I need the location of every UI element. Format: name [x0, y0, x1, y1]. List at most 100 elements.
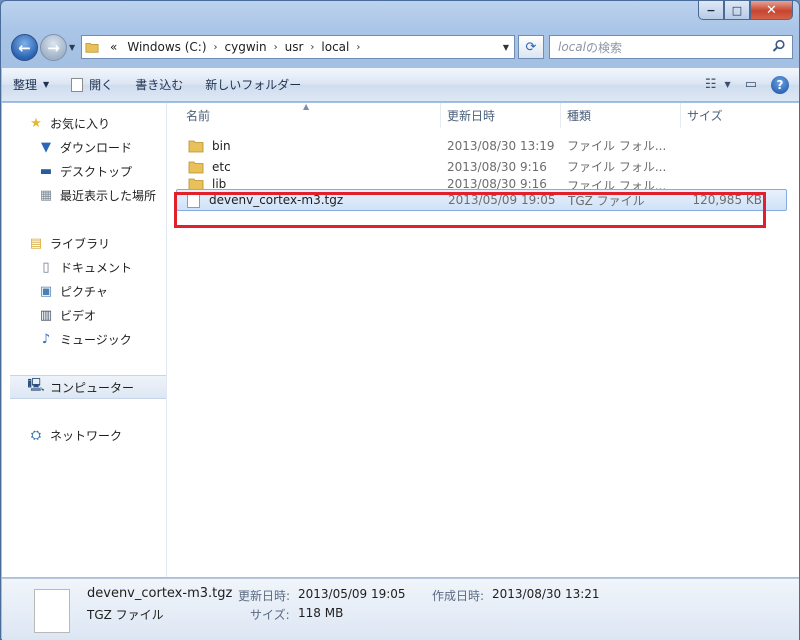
- column-label: サイズ: [687, 109, 723, 123]
- document-icon: [71, 77, 84, 92]
- open-button[interactable]: 開く: [60, 68, 124, 101]
- libraries-group: ▤ ライブラリ ▯ ドキュメント ▣ ピクチャ ▥ ビデオ ♪ ミュージック: [2, 231, 166, 351]
- back-arrow-icon: ←: [18, 38, 31, 57]
- column-date[interactable]: 更新日時: [441, 103, 561, 128]
- explorer-window: − □ ✕ ← → ▼ « Windows (C:) › cygwin › us…: [0, 0, 800, 640]
- network-icon: ⛭: [30, 427, 42, 443]
- file-type: TGZ ファイル: [568, 193, 645, 208]
- search-placeholder-text: の検索: [585, 40, 622, 55]
- column-header: 名前 ▲ 更新日時 種類 サイズ: [168, 102, 799, 128]
- navigation-buttons: ← → ▼: [11, 34, 75, 61]
- minimize-icon: −: [706, 3, 716, 17]
- file-date: 2013/08/30 9:16: [447, 159, 547, 174]
- sidebar-item-libraries[interactable]: ▤ ライブラリ: [2, 231, 166, 255]
- folder-icon: [85, 43, 99, 53]
- address-dropdown-icon[interactable]: ▼: [498, 36, 514, 58]
- burn-button[interactable]: 書き込む: [124, 68, 194, 101]
- breadcrumb-usr[interactable]: usr: [280, 36, 309, 58]
- file-type: ファイル フォル...: [567, 160, 667, 174]
- chevron-down-icon: ▼: [43, 80, 50, 89]
- chevron-right-icon[interactable]: ›: [212, 42, 220, 53]
- refresh-button[interactable]: ⟳: [518, 35, 544, 59]
- computer-icon: 🖳: [27, 378, 45, 393]
- sidebar-item-label: 最近表示した場所: [60, 188, 157, 203]
- help-icon: ?: [776, 77, 784, 92]
- folder-icon: [188, 178, 204, 189]
- breadcrumb-cygwin[interactable]: cygwin: [220, 36, 272, 58]
- file-type: ファイル フォル...: [567, 179, 667, 189]
- organize-label: 整理: [13, 78, 38, 92]
- details-size-value: 118 MB: [298, 606, 344, 620]
- preview-pane-button[interactable]: ▭: [745, 77, 757, 92]
- file-name: lib: [212, 177, 227, 189]
- details-modified-value: 2013/05/09 19:05: [298, 587, 406, 601]
- breadcrumb-local[interactable]: local: [316, 36, 354, 58]
- sidebar-item-desktop[interactable]: ▬ デスクトップ: [2, 159, 166, 183]
- search-icon[interactable]: [772, 39, 786, 53]
- organize-button[interactable]: 整理 ▼: [2, 68, 60, 101]
- sidebar-item-documents[interactable]: ▯ ドキュメント: [2, 255, 166, 279]
- sidebar-item-label: ビデオ: [60, 308, 97, 323]
- recent-pages-dropdown-icon[interactable]: ▼: [69, 43, 75, 52]
- sidebar-item-videos[interactable]: ▥ ビデオ: [2, 303, 166, 327]
- file-name: devenv_cortex-m3.tgz: [209, 193, 344, 207]
- chevron-right-icon[interactable]: ›: [308, 42, 316, 53]
- sidebar-item-computer[interactable]: 🖳 コンピューター: [10, 375, 166, 399]
- change-view-button[interactable]: ☷ ▼: [705, 77, 731, 92]
- music-icon: ♪: [41, 331, 51, 347]
- file-rows: bin 2013/08/30 13:19 ファイル フォル... etc 201…: [168, 135, 799, 211]
- file-row[interactable]: etc 2013/08/30 9:16 ファイル フォル...: [168, 156, 799, 177]
- sidebar-item-recent-places[interactable]: ▦ 最近表示した場所: [2, 183, 166, 207]
- sidebar-item-label: お気に入り: [50, 116, 111, 131]
- sidebar-item-downloads[interactable]: ▼ ダウンロード: [2, 135, 166, 159]
- chevron-right-icon[interactable]: ›: [354, 42, 362, 53]
- sidebar-item-label: ミュージック: [60, 332, 132, 347]
- chevron-right-icon[interactable]: ›: [272, 42, 280, 53]
- search-input[interactable]: local の検索: [549, 35, 793, 59]
- sidebar-item-favorites[interactable]: ★ お気に入り: [2, 111, 166, 135]
- sidebar-item-network[interactable]: ⛭ ネットワーク: [2, 423, 166, 447]
- details-pane: devenv_cortex-m3.tgz TGZ ファイル 更新日時: 2013…: [2, 578, 799, 640]
- file-row[interactable]: bin 2013/08/30 13:19 ファイル フォル...: [168, 135, 799, 156]
- address-bar[interactable]: « Windows (C:) › cygwin › usr › local › …: [81, 35, 515, 59]
- file-row[interactable]: lib 2013/08/30 9:16 ファイル フォル...: [168, 177, 799, 189]
- search-placeholder-scope: local: [558, 40, 586, 54]
- videos-icon: ▥: [39, 307, 53, 323]
- maximize-icon: □: [731, 3, 743, 17]
- close-icon: ✕: [766, 2, 777, 18]
- column-name[interactable]: 名前 ▲: [168, 102, 441, 128]
- breadcrumb-overflow[interactable]: «: [105, 36, 122, 58]
- details-view-icon: ☷: [704, 77, 717, 92]
- maximize-button[interactable]: □: [724, 1, 750, 20]
- file-date: 2013/05/09 19:05: [448, 193, 556, 207]
- new-folder-button[interactable]: 新しいフォルダー: [194, 68, 312, 101]
- new-folder-label: 新しいフォルダー: [205, 78, 302, 92]
- pictures-icon: ▣: [39, 283, 53, 299]
- column-size[interactable]: サイズ: [681, 103, 771, 128]
- breadcrumb: « Windows (C:) › cygwin › usr › local ›: [105, 36, 362, 58]
- computer-group: 🖳 コンピューター: [2, 375, 166, 399]
- main-content: ★ お気に入り ▼ ダウンロード ▬ デスクトップ ▦ 最近表示した場所 ▤ ラ…: [2, 102, 799, 577]
- sidebar-item-pictures[interactable]: ▣ ピクチャ: [2, 279, 166, 303]
- file-date: 2013/08/30 9:16: [447, 177, 547, 189]
- close-button[interactable]: ✕: [750, 1, 793, 20]
- file-icon: [187, 192, 200, 208]
- help-button[interactable]: ?: [771, 75, 789, 94]
- breadcrumb-drive[interactable]: Windows (C:): [122, 36, 211, 58]
- caption-buttons: − □ ✕: [698, 1, 793, 20]
- file-size: 120,985 KB: [692, 193, 762, 207]
- refresh-icon: ⟳: [525, 39, 537, 55]
- folder-icon: [188, 161, 204, 173]
- downloads-icon: ▼: [41, 139, 51, 155]
- favorites-group: ★ お気に入り ▼ ダウンロード ▬ デスクトップ ▦ 最近表示した場所: [2, 111, 166, 207]
- forward-button[interactable]: →: [40, 34, 67, 61]
- preview-pane-icon: ▭: [744, 77, 757, 92]
- column-type[interactable]: 種類: [561, 103, 681, 128]
- file-name: bin: [212, 138, 231, 153]
- star-icon: ★: [30, 115, 42, 131]
- minimize-button[interactable]: −: [698, 1, 724, 20]
- toolbar-right: ☷ ▼ ▭ ?: [691, 68, 789, 101]
- sidebar-item-music[interactable]: ♪ ミュージック: [2, 327, 166, 351]
- file-row-selected[interactable]: devenv_cortex-m3.tgz 2013/05/09 19:05 TG…: [176, 189, 787, 211]
- back-button[interactable]: ←: [11, 34, 38, 61]
